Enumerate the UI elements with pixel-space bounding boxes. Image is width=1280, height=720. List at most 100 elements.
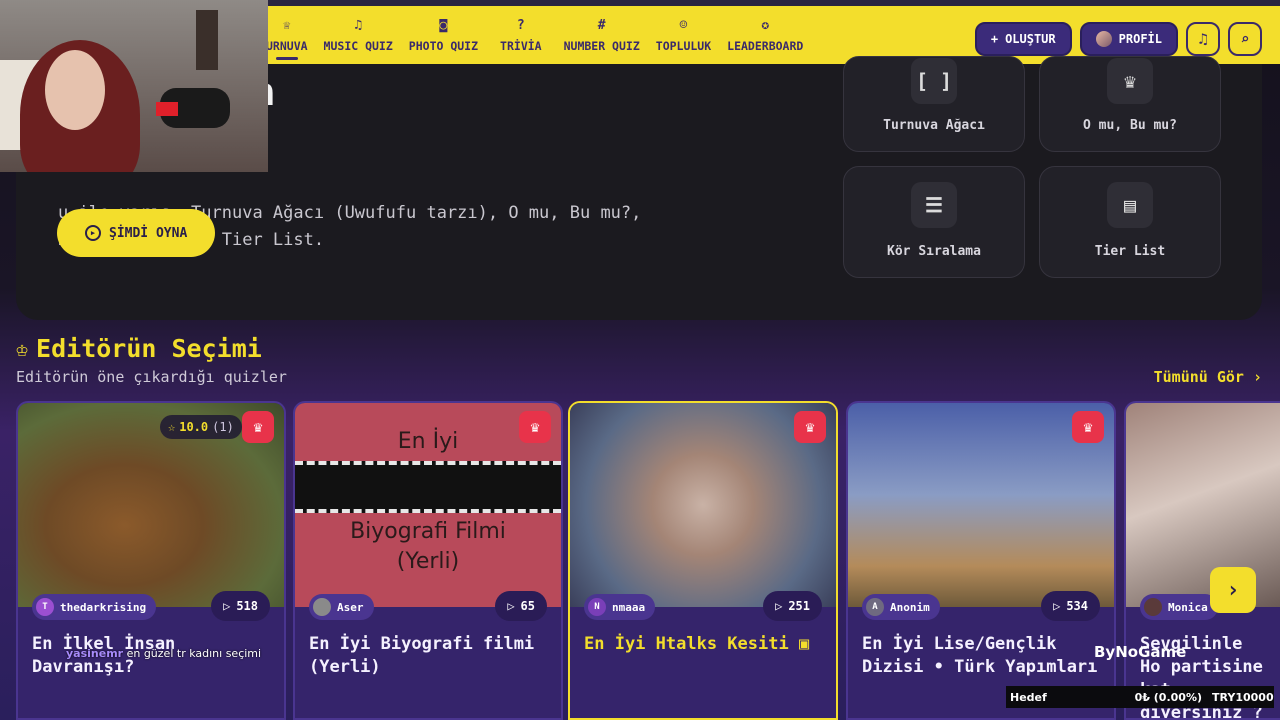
quiz-title: En İyi Biyografi filmi (Yerli) xyxy=(309,634,535,677)
author-chip[interactable]: Aser xyxy=(309,594,374,620)
author-name: thedarkrising xyxy=(60,600,147,614)
mode-label: Kör Sıralama xyxy=(887,244,981,259)
see-all-link[interactable]: Tümünü Gör › xyxy=(1154,368,1262,386)
author-name: Aser xyxy=(337,600,364,614)
nav-label: NUMBER QUIZ xyxy=(563,39,640,53)
nav-photo-quiz[interactable]: ◙ PHOTO QUIZ xyxy=(401,6,486,64)
medal-icon: ✪ xyxy=(761,18,770,33)
users-icon: ☺ xyxy=(679,18,688,33)
author-chip[interactable]: Tthedarkrising xyxy=(32,594,157,620)
mode-tournament-bracket[interactable]: [ ] Turnuva Ağacı xyxy=(843,56,1025,152)
chevron-right-icon: › xyxy=(1226,577,1240,603)
notification-button[interactable]: ♫ xyxy=(1186,22,1220,56)
person-face xyxy=(45,50,105,130)
goal-label: Hedef xyxy=(1010,690,1047,704)
play-count: ▷ 251 xyxy=(763,591,822,621)
avatar: N xyxy=(588,598,606,616)
author-name: Anonim xyxy=(890,600,930,614)
hash-icon: # xyxy=(597,18,606,33)
webcam-overlay xyxy=(0,0,268,172)
nav-label: TRİVİA xyxy=(500,39,542,53)
play-icon: ▷ xyxy=(507,599,515,613)
nav-music-quiz[interactable]: ♫ MUSIC QUIZ xyxy=(316,6,401,64)
play-circle-icon: ▶ xyxy=(85,225,101,241)
nav-leaderboard[interactable]: ✪ LEADERBOARD xyxy=(719,6,811,64)
rating-count: (1) xyxy=(212,420,234,434)
tier-list-icon: ▤ xyxy=(1107,182,1153,228)
author-chip[interactable]: Monica xyxy=(1140,594,1218,620)
donation-goal-bar: Hedef 0₺ (0.00%) TRY10000 xyxy=(1006,686,1274,708)
crown-icon: ♛ xyxy=(1107,58,1153,104)
music-icon: ♫ xyxy=(354,18,363,33)
play-now-button[interactable]: ▶ ŞİMDİ OYNA xyxy=(57,209,216,257)
video-icon: ▣ xyxy=(798,634,810,654)
crown-icon: ♛ xyxy=(519,411,551,443)
section-title-text: Editörün Seçimi xyxy=(36,334,262,363)
play-count-value: 65 xyxy=(520,599,535,613)
nav-trivia[interactable]: ? TRİVİA xyxy=(486,6,556,64)
create-button[interactable]: + OLUŞTUR xyxy=(974,22,1072,56)
play-now-label: ŞİMDİ OYNA xyxy=(109,225,188,241)
star-icon: ☆ xyxy=(168,420,176,434)
crown-icon: ♛ xyxy=(794,411,826,443)
section-subtitle: Editörün öne çıkardığı quizler xyxy=(16,368,287,386)
play-icon: ▷ xyxy=(1053,599,1061,613)
goal-target: TRY10000 xyxy=(1212,690,1274,704)
author-name: Monica xyxy=(1168,600,1208,614)
nav-label: MUSIC QUIZ xyxy=(323,39,393,53)
mode-label: O mu, Bu mu? xyxy=(1083,118,1177,133)
mode-label: Tier List xyxy=(1094,244,1166,259)
quiz-title: En İyi Lise/Gençlik Dizisi • Türk Yapıml… xyxy=(862,634,1098,677)
search-icon: ⌕ xyxy=(1240,30,1250,48)
author-chip[interactable]: Nnmaaa xyxy=(584,594,656,620)
nav-community[interactable]: ☺ TOPLULUK xyxy=(648,6,719,64)
ordered-list-icon: ☰ xyxy=(911,182,957,228)
create-label: OLUŞTUR xyxy=(1005,32,1056,46)
thumbnail-text-bottom: (Yerli) xyxy=(396,549,460,574)
profile-button[interactable]: PROFİL xyxy=(1079,22,1178,56)
quiz-card[interactable]: ☆ 10.0 (1) ♛ Tthedarkrising ▷ 518 En İlkel … xyxy=(16,401,286,720)
mode-tier-list[interactable]: ▤ Tier List xyxy=(1039,166,1221,278)
quiz-thumbnail xyxy=(1126,403,1280,607)
crown-icon: ♔ xyxy=(16,336,29,361)
quiz-card[interactable]: En İyi Biyografi Filmi (Yerli) ♛ Aser ▷ 6… xyxy=(293,401,563,720)
quiz-title-text: En İyi Htalks Kesiti xyxy=(584,634,789,654)
avatar xyxy=(313,598,331,616)
thumbnail-text-mid: Biyografi Filmi xyxy=(350,519,506,544)
play-icon: ▷ xyxy=(223,599,231,613)
play-count-value: 251 xyxy=(788,599,810,613)
mode-blind-ranking[interactable]: ☰ Kör Sıralama xyxy=(843,166,1025,278)
nav-label: LEADERBOARD xyxy=(727,39,804,53)
quiz-card[interactable]: ♛ Nnmaaa ▷ 251 En İyi Htalks Kesiti ▣ xyxy=(568,401,838,720)
search-button[interactable]: ⌕ xyxy=(1228,22,1262,56)
avatar xyxy=(1095,31,1112,47)
rating-value: 10.0 xyxy=(179,420,209,434)
nav-label: TOPLULUK xyxy=(655,39,712,53)
play-count: ▷ 534 xyxy=(1041,591,1100,621)
profile-label: PROFİL xyxy=(1118,32,1162,46)
avatar: A xyxy=(866,598,884,616)
quiz-card[interactable]: Monica Sevgilinle Ho partisine kat giyer… xyxy=(1124,401,1280,720)
bracket-icon: [ ] xyxy=(911,58,957,104)
bell-icon: ♫ xyxy=(1198,30,1208,48)
rating-badge: ☆ 10.0 (1) xyxy=(160,415,242,439)
poster xyxy=(196,10,218,70)
plus-icon: + xyxy=(990,32,999,46)
main-nav: ♕ URNUVA ♫ MUSIC QUIZ ◙ PHOTO QUIZ ? TRİVİA … xyxy=(258,6,811,64)
nav-number-quiz[interactable]: # NUMBER QUIZ xyxy=(556,6,648,64)
play-count: ▷ 518 xyxy=(211,591,270,621)
crown-icon: ♛ xyxy=(1072,411,1104,443)
mode-label: Turnuva Ağacı xyxy=(883,118,985,133)
chat-text: en güzel tr kadını seçimi xyxy=(126,647,262,660)
quiz-card[interactable]: ♛ A Anonim ▷ 534 En İyi Lise/Gençlik Dizis… xyxy=(846,401,1116,720)
author-chip[interactable]: A Anonim xyxy=(862,594,940,620)
camera-icon: ◙ xyxy=(439,18,448,33)
nav-label: PHOTO QUIZ xyxy=(408,39,479,53)
play-count: ▷ 65 xyxy=(495,591,547,621)
section-title: ♔ Editörün Seçimi xyxy=(16,334,262,363)
brand-watermark: ByNoGame xyxy=(1094,643,1187,661)
mode-this-or-that[interactable]: ♛ O mu, Bu mu? xyxy=(1039,56,1221,152)
play-icon: ▷ xyxy=(775,599,783,613)
chat-username: yasinemr xyxy=(66,647,124,660)
carousel-next-button[interactable]: › xyxy=(1210,567,1256,613)
